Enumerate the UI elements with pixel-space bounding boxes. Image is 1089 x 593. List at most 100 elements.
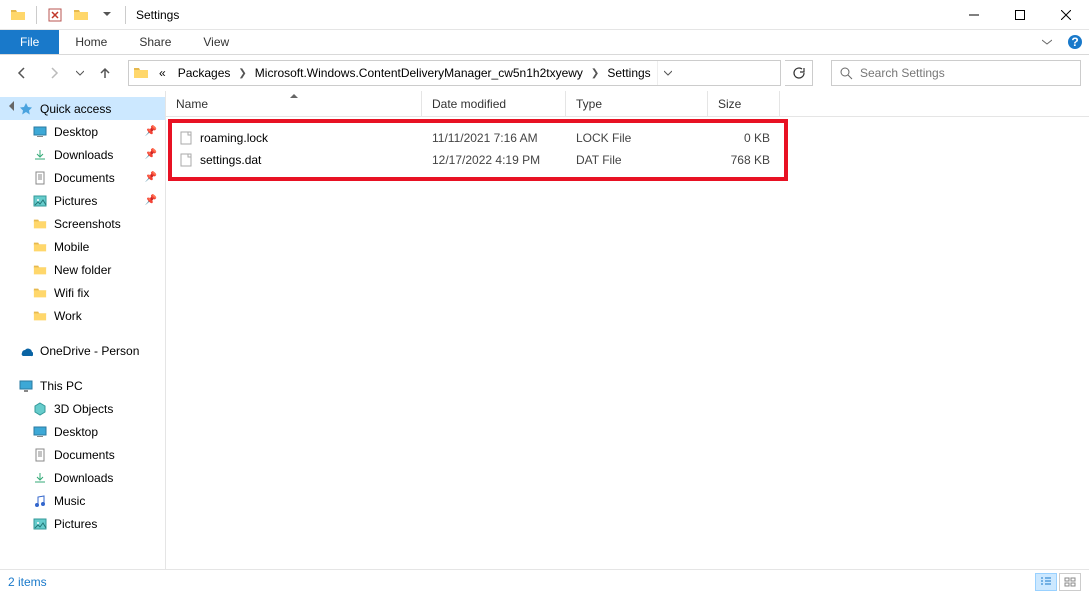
tab-share[interactable]: Share — [123, 30, 187, 54]
history-dropdown-icon[interactable] — [72, 60, 88, 86]
folder-icon — [32, 239, 48, 255]
file-type: DAT File — [566, 153, 708, 167]
sidebar-item-label: Quick access — [40, 102, 111, 116]
qat-newfolder-icon[interactable] — [69, 4, 93, 26]
explorer-body: Quick access Desktop📌 Downloads📌 Documen… — [0, 91, 1089, 569]
ribbon-tabs: File Home Share View ? — [0, 30, 1089, 55]
chevron-right-icon: ❯ — [589, 68, 601, 79]
tab-file[interactable]: File — [0, 30, 59, 54]
qat-dropdown-icon[interactable] — [95, 4, 119, 26]
search-input[interactable] — [860, 66, 1080, 80]
file-list[interactable]: roaming.lock 11/11/2021 7:16 AM LOCK Fil… — [166, 117, 1089, 569]
sidebar-item-downloads[interactable]: Downloads📌 — [0, 143, 165, 166]
maximize-button[interactable] — [997, 0, 1043, 30]
breadcrumb-settings[interactable]: Settings — [601, 61, 656, 85]
address-bar[interactable]: « Packages ❯ Microsoft.Windows.ContentDe… — [128, 60, 781, 86]
qat-properties-icon[interactable] — [43, 4, 67, 26]
pin-icon: 📌 — [145, 195, 157, 206]
pictures-icon — [32, 193, 48, 209]
titlebar: Settings — [0, 0, 1089, 30]
sidebar-item-pc-documents[interactable]: Documents — [0, 443, 165, 466]
qat-folder-icon[interactable] — [6, 4, 30, 26]
breadcrumb-prefix[interactable]: « — [153, 61, 172, 85]
sidebar-item-documents[interactable]: Documents📌 — [0, 166, 165, 189]
window-controls — [951, 0, 1089, 30]
sidebar-item-pc-pictures[interactable]: Pictures — [0, 512, 165, 535]
content-pane: Name Date modified Type Size roaming.loc… — [166, 91, 1089, 569]
sidebar-this-pc[interactable]: This PC — [0, 374, 165, 397]
status-bar: 2 items — [0, 569, 1089, 593]
file-type: LOCK File — [566, 131, 708, 145]
chevron-right-icon: ❯ — [236, 68, 248, 79]
search-icon — [832, 66, 860, 80]
column-size[interactable]: Size — [708, 91, 780, 116]
sidebar-item-mobile[interactable]: Mobile — [0, 235, 165, 258]
column-type[interactable]: Type — [566, 91, 708, 116]
desktop-icon — [32, 124, 48, 140]
pin-icon: 📌 — [145, 126, 157, 137]
breadcrumb-packages[interactable]: Packages — [172, 61, 237, 85]
sidebar-quick-access[interactable]: Quick access — [0, 97, 165, 120]
search-box[interactable] — [831, 60, 1081, 86]
file-name: settings.dat — [200, 153, 261, 167]
sidebar-item-work[interactable]: Work — [0, 304, 165, 327]
sidebar-item-screenshots[interactable]: Screenshots — [0, 212, 165, 235]
sidebar-item-3dobjects[interactable]: 3D Objects — [0, 397, 165, 420]
file-icon — [178, 152, 194, 168]
sidebar-item-newfolder[interactable]: New folder — [0, 258, 165, 281]
help-button[interactable]: ? — [1061, 30, 1089, 54]
breadcrumb: « Packages ❯ Microsoft.Windows.ContentDe… — [153, 61, 657, 85]
view-toggle-group — [1035, 573, 1081, 591]
forward-button[interactable] — [40, 60, 68, 86]
folder-icon — [32, 285, 48, 301]
svg-text:?: ? — [1071, 35, 1078, 49]
sidebar-item-wififix[interactable]: Wifi fix — [0, 281, 165, 304]
address-folder-icon — [129, 61, 153, 85]
sidebar-item-pc-music[interactable]: Music — [0, 489, 165, 512]
desktop-icon — [32, 424, 48, 440]
tab-view[interactable]: View — [187, 30, 245, 54]
column-date[interactable]: Date modified — [422, 91, 566, 116]
sidebar-item-pictures[interactable]: Pictures📌 — [0, 189, 165, 212]
sidebar-item-pc-desktop[interactable]: Desktop — [0, 420, 165, 443]
close-button[interactable] — [1043, 0, 1089, 30]
pin-icon: 📌 — [145, 172, 157, 183]
file-size: 768 KB — [708, 153, 780, 167]
sidebar-item-pc-downloads[interactable]: Downloads — [0, 466, 165, 489]
minimize-button[interactable] — [951, 0, 997, 30]
sidebar-item-desktop[interactable]: Desktop📌 — [0, 120, 165, 143]
details-view-button[interactable] — [1035, 573, 1057, 591]
file-date: 11/11/2021 7:16 AM — [422, 131, 566, 145]
folder-icon — [32, 262, 48, 278]
pin-icon: 📌 — [145, 149, 157, 160]
file-row[interactable]: settings.dat 12/17/2022 4:19 PM DAT File… — [166, 149, 1089, 171]
address-dropdown-icon[interactable] — [657, 61, 679, 85]
sidebar-onedrive[interactable]: OneDrive - Person — [0, 339, 165, 362]
qat-separator — [36, 6, 37, 24]
refresh-button[interactable] — [785, 60, 813, 86]
pictures-icon — [32, 516, 48, 532]
breadcrumb-contentdelivery[interactable]: Microsoft.Windows.ContentDeliveryManager… — [249, 61, 589, 85]
downloads-icon — [32, 147, 48, 163]
3dobjects-icon — [32, 401, 48, 417]
window-title: Settings — [136, 8, 179, 22]
file-name: roaming.lock — [200, 131, 268, 145]
music-icon — [32, 493, 48, 509]
ribbon-expand-icon[interactable] — [1033, 30, 1061, 54]
file-size: 0 KB — [708, 131, 780, 145]
folder-icon — [32, 308, 48, 324]
tab-home[interactable]: Home — [59, 30, 123, 54]
qat-separator-2 — [125, 6, 126, 24]
back-button[interactable] — [8, 60, 36, 86]
documents-icon — [32, 447, 48, 463]
onedrive-icon — [18, 343, 34, 359]
file-row[interactable]: roaming.lock 11/11/2021 7:16 AM LOCK Fil… — [166, 127, 1089, 149]
sort-ascending-icon — [290, 90, 298, 98]
downloads-icon — [32, 470, 48, 486]
thumbnails-view-button[interactable] — [1059, 573, 1081, 591]
status-item-count: 2 items — [8, 575, 47, 589]
column-name[interactable]: Name — [166, 91, 422, 116]
column-headers: Name Date modified Type Size — [166, 91, 1089, 117]
navigation-pane: Quick access Desktop📌 Downloads📌 Documen… — [0, 91, 166, 569]
up-button[interactable] — [92, 60, 118, 86]
